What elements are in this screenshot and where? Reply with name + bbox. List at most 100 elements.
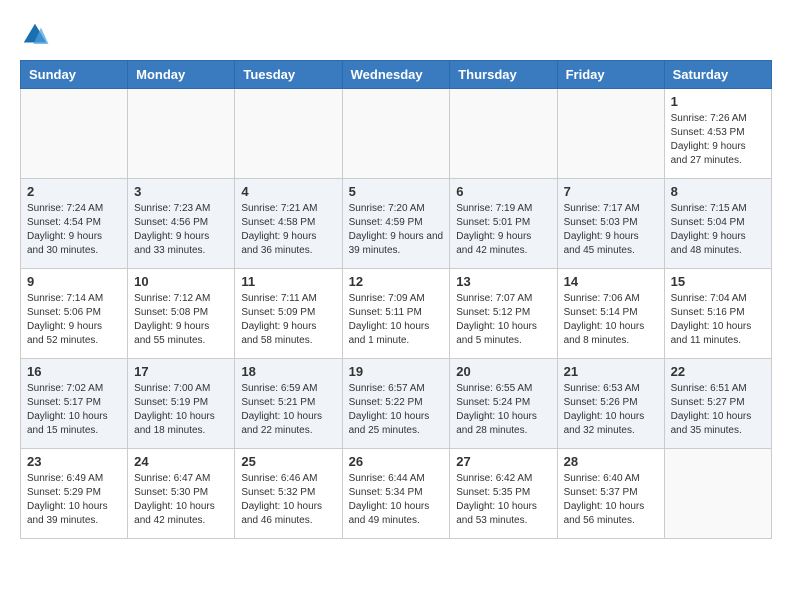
day-number: 19 [349, 364, 444, 379]
calendar-day-cell: 20 Sunrise: 6:55 AM Sunset: 5:24 PM Dayli… [450, 359, 557, 449]
day-info: Sunrise: 6:49 AM Sunset: 5:29 PM Dayligh… [27, 472, 121, 528]
header [20, 20, 772, 50]
calendar-day-cell: 14 Sunrise: 7:06 AM Sunset: 5:14 PM Dayli… [557, 269, 664, 359]
day-info: Sunrise: 7:12 AM Sunset: 5:08 PM Dayligh… [134, 292, 228, 348]
day-number: 23 [27, 454, 121, 469]
day-of-week-header: Sunday [21, 61, 128, 89]
day-info: Sunrise: 6:53 AM Sunset: 5:26 PM Dayligh… [564, 382, 658, 438]
calendar-day-cell: 6 Sunrise: 7:19 AM Sunset: 5:01 PM Daylig… [450, 179, 557, 269]
calendar-day-cell: 1 Sunrise: 7:26 AM Sunset: 4:53 PM Daylig… [664, 89, 771, 179]
day-info: Sunrise: 7:09 AM Sunset: 5:11 PM Dayligh… [349, 292, 444, 348]
day-number: 5 [349, 184, 444, 199]
day-info: Sunrise: 7:04 AM Sunset: 5:16 PM Dayligh… [671, 292, 765, 348]
day-info: Sunrise: 7:23 AM Sunset: 4:56 PM Dayligh… [134, 202, 228, 258]
day-info: Sunrise: 7:14 AM Sunset: 5:06 PM Dayligh… [27, 292, 121, 348]
day-number: 11 [241, 274, 335, 289]
day-of-week-header: Monday [128, 61, 235, 89]
day-number: 6 [456, 184, 550, 199]
day-number: 14 [564, 274, 658, 289]
day-info: Sunrise: 6:55 AM Sunset: 5:24 PM Dayligh… [456, 382, 550, 438]
day-of-week-header: Thursday [450, 61, 557, 89]
day-number: 27 [456, 454, 550, 469]
day-number: 18 [241, 364, 335, 379]
calendar-day-cell [235, 89, 342, 179]
day-info: Sunrise: 6:40 AM Sunset: 5:37 PM Dayligh… [564, 472, 658, 528]
calendar-day-cell: 19 Sunrise: 6:57 AM Sunset: 5:22 PM Dayli… [342, 359, 450, 449]
calendar-day-cell: 8 Sunrise: 7:15 AM Sunset: 5:04 PM Daylig… [664, 179, 771, 269]
calendar-day-cell: 27 Sunrise: 6:42 AM Sunset: 5:35 PM Dayli… [450, 449, 557, 539]
day-info: Sunrise: 7:17 AM Sunset: 5:03 PM Dayligh… [564, 202, 658, 258]
calendar-day-cell [128, 89, 235, 179]
day-info: Sunrise: 6:44 AM Sunset: 5:34 PM Dayligh… [349, 472, 444, 528]
calendar-week-row: 1 Sunrise: 7:26 AM Sunset: 4:53 PM Daylig… [21, 89, 772, 179]
day-number: 24 [134, 454, 228, 469]
calendar-day-cell: 11 Sunrise: 7:11 AM Sunset: 5:09 PM Dayli… [235, 269, 342, 359]
calendar-day-cell: 4 Sunrise: 7:21 AM Sunset: 4:58 PM Daylig… [235, 179, 342, 269]
logo [20, 20, 54, 50]
calendar-day-cell: 22Sunrise: 6:51 AM Sunset: 5:27 PM Dayli… [664, 359, 771, 449]
calendar-day-cell: 5 Sunrise: 7:20 AM Sunset: 4:59 PM Daylig… [342, 179, 450, 269]
calendar-day-cell: 3 Sunrise: 7:23 AM Sunset: 4:56 PM Daylig… [128, 179, 235, 269]
day-info: Sunrise: 6:57 AM Sunset: 5:22 PM Dayligh… [349, 382, 444, 438]
day-of-week-header: Tuesday [235, 61, 342, 89]
day-info: Sunrise: 6:46 AM Sunset: 5:32 PM Dayligh… [241, 472, 335, 528]
calendar-day-cell: 7Sunrise: 7:17 AM Sunset: 5:03 PM Daylig… [557, 179, 664, 269]
day-number: 21 [564, 364, 658, 379]
day-number: 2 [27, 184, 121, 199]
calendar-day-cell: 23 Sunrise: 6:49 AM Sunset: 5:29 PM Dayli… [21, 449, 128, 539]
calendar-day-cell: 24 Sunrise: 6:47 AM Sunset: 5:30 PM Dayli… [128, 449, 235, 539]
day-number: 3 [134, 184, 228, 199]
logo-icon [20, 20, 50, 50]
day-info: Sunrise: 7:24 AM Sunset: 4:54 PM Dayligh… [27, 202, 121, 258]
day-info: Sunrise: 7:20 AM Sunset: 4:59 PM Dayligh… [349, 202, 444, 258]
calendar-header-row: SundayMondayTuesdayWednesdayThursdayFrid… [21, 61, 772, 89]
calendar-day-cell: 26 Sunrise: 6:44 AM Sunset: 5:34 PM Dayli… [342, 449, 450, 539]
day-info: Sunrise: 6:42 AM Sunset: 5:35 PM Dayligh… [456, 472, 550, 528]
calendar-day-cell: 28 Sunrise: 6:40 AM Sunset: 5:37 PM Dayli… [557, 449, 664, 539]
calendar-week-row: 9 Sunrise: 7:14 AM Sunset: 5:06 PM Daylig… [21, 269, 772, 359]
day-info: Sunrise: 7:21 AM Sunset: 4:58 PM Dayligh… [241, 202, 335, 258]
day-number: 17 [134, 364, 228, 379]
calendar-day-cell: 21 Sunrise: 6:53 AM Sunset: 5:26 PM Dayli… [557, 359, 664, 449]
day-number: 13 [456, 274, 550, 289]
day-number: 28 [564, 454, 658, 469]
day-number: 26 [349, 454, 444, 469]
day-info: Sunrise: 7:11 AM Sunset: 5:09 PM Dayligh… [241, 292, 335, 348]
day-info: Sunrise: 7:26 AM Sunset: 4:53 PM Dayligh… [671, 112, 765, 168]
calendar-day-cell: 12 Sunrise: 7:09 AM Sunset: 5:11 PM Dayli… [342, 269, 450, 359]
day-info: Sunrise: 7:19 AM Sunset: 5:01 PM Dayligh… [456, 202, 550, 258]
calendar-week-row: 23 Sunrise: 6:49 AM Sunset: 5:29 PM Dayli… [21, 449, 772, 539]
day-info: Sunrise: 7:15 AM Sunset: 5:04 PM Dayligh… [671, 202, 765, 258]
calendar-day-cell: 17 Sunrise: 7:00 AM Sunset: 5:19 PM Dayli… [128, 359, 235, 449]
calendar-day-cell: 16Sunrise: 7:02 AM Sunset: 5:17 PM Dayli… [21, 359, 128, 449]
calendar-day-cell: 25 Sunrise: 6:46 AM Sunset: 5:32 PM Dayli… [235, 449, 342, 539]
day-number: 16 [27, 364, 121, 379]
day-info: Sunrise: 7:07 AM Sunset: 5:12 PM Dayligh… [456, 292, 550, 348]
calendar-day-cell [21, 89, 128, 179]
calendar-day-cell: 2 Sunrise: 7:24 AM Sunset: 4:54 PM Daylig… [21, 179, 128, 269]
day-of-week-header: Wednesday [342, 61, 450, 89]
day-number: 25 [241, 454, 335, 469]
day-number: 12 [349, 274, 444, 289]
day-number: 9 [27, 274, 121, 289]
day-info: Sunrise: 6:47 AM Sunset: 5:30 PM Dayligh… [134, 472, 228, 528]
calendar-day-cell: 13 Sunrise: 7:07 AM Sunset: 5:12 PM Dayli… [450, 269, 557, 359]
day-number: 22 [671, 364, 765, 379]
day-of-week-header: Friday [557, 61, 664, 89]
calendar-day-cell [664, 449, 771, 539]
day-of-week-header: Saturday [664, 61, 771, 89]
calendar-day-cell: 15 Sunrise: 7:04 AM Sunset: 5:16 PM Dayli… [664, 269, 771, 359]
day-number: 20 [456, 364, 550, 379]
day-number: 4 [241, 184, 335, 199]
day-info: Sunrise: 7:00 AM Sunset: 5:19 PM Dayligh… [134, 382, 228, 438]
calendar-week-row: 2 Sunrise: 7:24 AM Sunset: 4:54 PM Daylig… [21, 179, 772, 269]
day-number: 1 [671, 94, 765, 109]
calendar-day-cell [450, 89, 557, 179]
calendar-week-row: 16Sunrise: 7:02 AM Sunset: 5:17 PM Dayli… [21, 359, 772, 449]
calendar-day-cell: 10Sunrise: 7:12 AM Sunset: 5:08 PM Dayli… [128, 269, 235, 359]
day-number: 8 [671, 184, 765, 199]
calendar-day-cell [557, 89, 664, 179]
day-info: Sunrise: 7:06 AM Sunset: 5:14 PM Dayligh… [564, 292, 658, 348]
day-info: Sunrise: 6:59 AM Sunset: 5:21 PM Dayligh… [241, 382, 335, 438]
day-number: 15 [671, 274, 765, 289]
